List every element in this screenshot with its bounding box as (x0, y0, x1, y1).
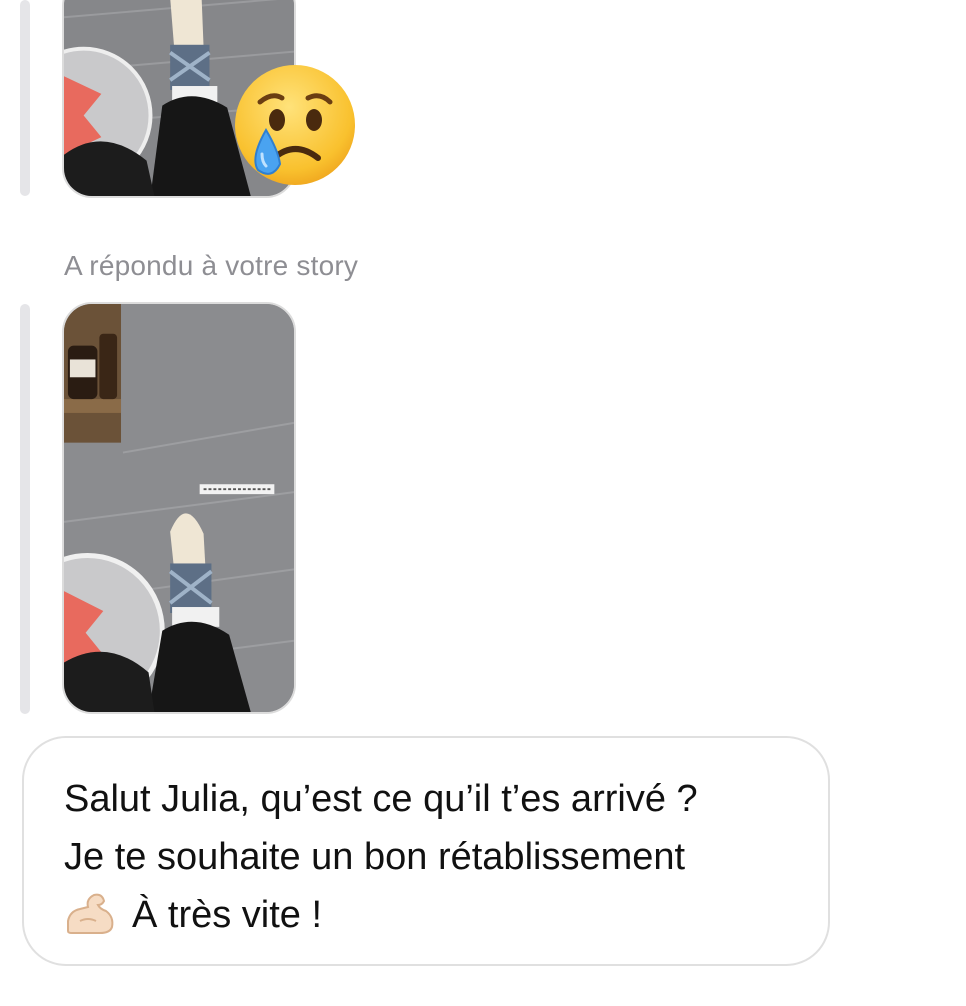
reply-indicator-line (20, 0, 30, 196)
crying-face-icon[interactable] (232, 62, 358, 188)
story-preview-thumbnail[interactable] (62, 302, 296, 714)
message-line-3: À très vite ! (64, 886, 788, 944)
reply-indicator-line (20, 304, 30, 714)
reply-to-story-label: A répondu à votre story (64, 250, 359, 281)
flexed-biceps-icon (64, 891, 116, 935)
message-bubble[interactable]: Salut Julia, qu’est ce qu’il t’es arrivé… (22, 736, 830, 966)
story-photo (64, 304, 294, 712)
message-line-1: Salut Julia, qu’est ce qu’il t’es arrivé… (64, 778, 698, 820)
message-line-2: Je te souhaite un bon rétablissement (64, 836, 686, 878)
message-line-3-text: À très vite ! (132, 894, 323, 936)
